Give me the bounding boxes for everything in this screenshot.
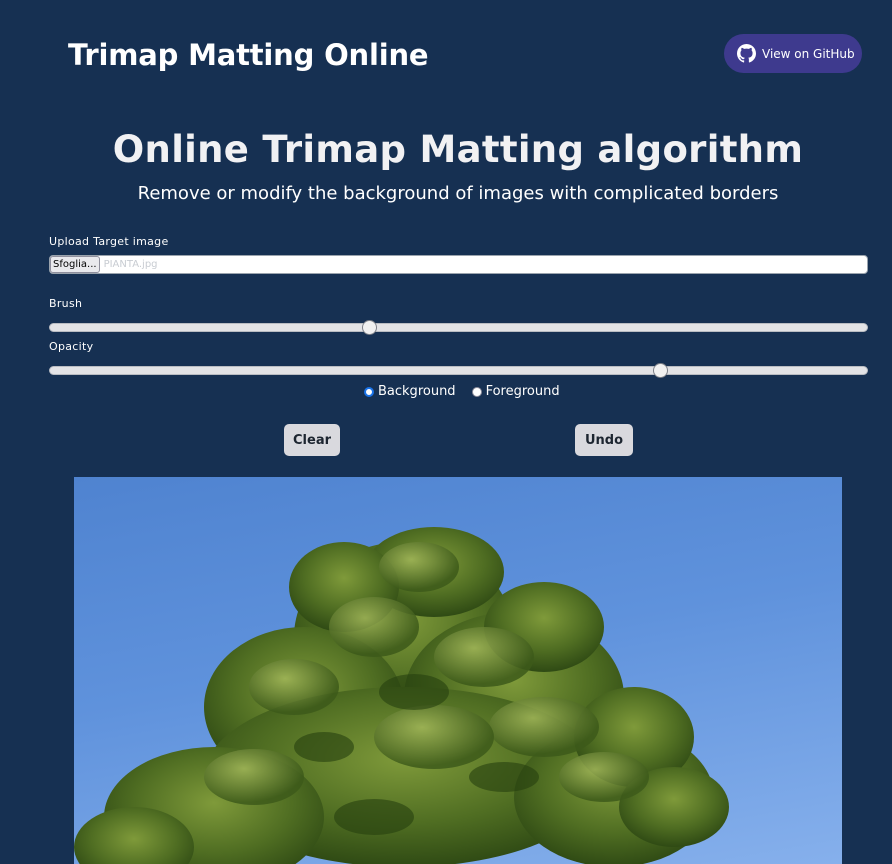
opacity-slider-thumb[interactable] — [653, 363, 669, 378]
opacity-label: Opacity — [49, 340, 94, 353]
browse-button[interactable]: Sfoglia... — [50, 256, 100, 273]
brush-label: Brush — [49, 297, 83, 310]
radio-background-label: Background — [378, 384, 456, 399]
clear-button[interactable]: Clear — [284, 424, 340, 456]
radio-foreground-button[interactable] — [471, 386, 482, 397]
radio-foreground-label: Foreground — [485, 384, 560, 399]
brush-slider-thumb[interactable] — [362, 320, 378, 335]
upload-file-input[interactable]: Sfoglia... PIANTA.jpg — [49, 255, 868, 274]
site-title: Trimap Matting Online — [68, 38, 429, 72]
brush-slider[interactable] — [49, 320, 868, 335]
mode-radio-group: Background Foreground — [364, 384, 576, 399]
radio-foreground[interactable]: Foreground — [471, 384, 560, 399]
github-button-label: View on GitHub — [762, 46, 855, 61]
page-subtitle: Remove or modify the background of image… — [137, 183, 779, 204]
page-title: Online Trimap Matting algorithm — [112, 128, 804, 171]
selected-file-name: PIANTA.jpg — [103, 259, 158, 270]
tree-photo — [74, 527, 729, 864]
opacity-slider[interactable] — [49, 363, 868, 378]
undo-button[interactable]: Undo — [575, 424, 633, 456]
radio-background[interactable]: Background — [364, 384, 456, 399]
github-button[interactable]: View on GitHub — [724, 34, 862, 73]
radio-background-button[interactable] — [364, 386, 374, 397]
github-icon — [737, 44, 756, 63]
upload-label: Upload Target image — [49, 235, 169, 248]
image-canvas[interactable] — [74, 477, 842, 864]
